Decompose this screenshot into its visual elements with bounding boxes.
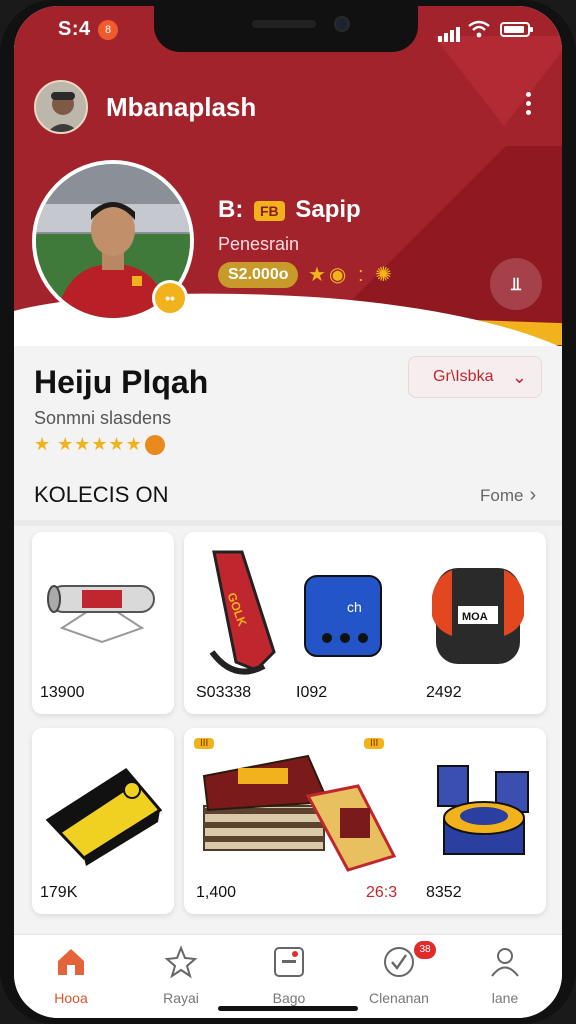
dice-label: ch xyxy=(347,599,362,615)
card-icon xyxy=(274,947,304,977)
item-price: 26:3 xyxy=(366,884,398,901)
more-vertical-icon[interactable] xyxy=(522,92,534,120)
notification-badge: 38 xyxy=(414,941,436,959)
scarf-item xyxy=(47,585,155,644)
coin-icon xyxy=(144,435,165,456)
nav-item-home[interactable]: Hooa xyxy=(26,945,116,1006)
rating-stars: ★ ★★★★★ xyxy=(34,434,165,456)
phone-frame: S:4 8 Mbanaplash •• B: FB Sapip Penesrai… xyxy=(0,0,576,1024)
page-title: Mbanaplash xyxy=(106,92,257,122)
item-price: 2492 xyxy=(426,684,462,701)
bag-item: MOA xyxy=(432,568,524,664)
verified-badge: •• xyxy=(152,280,188,316)
item-price: 1,400 xyxy=(196,884,237,901)
notch xyxy=(154,6,418,52)
follow-label: Gr\Isbka xyxy=(433,368,494,385)
follow-button[interactable]: Gr\Isbka ⌄ xyxy=(408,356,542,398)
nav-item-clenanan[interactable]: 38 Clenanan xyxy=(354,941,444,1006)
card-box-item xyxy=(437,765,529,855)
see-more-link[interactable]: Fome › xyxy=(480,484,536,507)
nav-label: Hooa xyxy=(54,990,88,1006)
star-icon xyxy=(164,945,198,979)
home-icon xyxy=(58,949,84,975)
profile-name: B: FB Sapip xyxy=(218,196,361,223)
score-badge: S2.000o xyxy=(218,262,299,288)
nav-item-rayai[interactable]: Rayai xyxy=(136,945,226,1006)
collector-subtitle: Sonmni slasdens xyxy=(34,408,172,428)
nav-label: Clenanan xyxy=(369,990,429,1006)
screen: S:4 8 Mbanaplash •• B: FB Sapip Penesrai… xyxy=(14,6,562,1018)
collection-card[interactable]: 13900 xyxy=(32,532,174,714)
check-icon xyxy=(384,947,414,977)
item-price: 8352 xyxy=(426,884,462,901)
nav-label: Bago xyxy=(272,990,306,1006)
chevron-right-icon: › xyxy=(529,484,537,506)
towel-item xyxy=(45,768,163,866)
item-price: I092 xyxy=(296,684,328,701)
status-indicator: 8 xyxy=(98,20,118,40)
camera-icon xyxy=(334,16,350,32)
signal-icon xyxy=(438,24,462,42)
status-time: S:4 xyxy=(58,18,91,40)
item-price: 179K xyxy=(40,884,78,901)
nav-item-lane[interactable]: lane xyxy=(460,945,550,1006)
collector-name: Heiju Plqah xyxy=(34,364,209,400)
item-price: S03338 xyxy=(196,684,252,701)
divider xyxy=(14,520,562,526)
wifi-icon xyxy=(468,20,490,38)
hero-decoration xyxy=(434,36,562,126)
dice-item: ch xyxy=(304,575,382,657)
collection-card[interactable]: III III 1,400 26:3 8352 xyxy=(184,728,546,914)
nav-label: Rayai xyxy=(163,990,199,1006)
collection-card[interactable]: GOLK ch MOA S03338 I092 2492 xyxy=(184,532,546,714)
person-icon xyxy=(491,948,519,977)
nav-label: lane xyxy=(491,990,519,1006)
profile-role: Penesrain xyxy=(218,234,300,254)
item-price: 13900 xyxy=(40,684,85,701)
strap-item: GOLK xyxy=(209,550,276,675)
collection-card[interactable]: 179K xyxy=(32,728,174,914)
home-indicator xyxy=(218,1006,358,1011)
battery-icon xyxy=(500,22,533,37)
stats-button[interactable]: ⫫ xyxy=(490,258,542,310)
trading-cards-item xyxy=(202,754,397,872)
avatar[interactable] xyxy=(34,80,88,134)
achievement-icons: ★◉ : ✺ xyxy=(308,264,395,286)
name-tag: FB xyxy=(254,200,285,221)
chevron-down-icon: ⌄ xyxy=(511,367,527,387)
nav-item-bago[interactable]: Bago xyxy=(244,945,334,1006)
status-bar: S:4 8 xyxy=(14,6,562,52)
bag-label: MOA xyxy=(462,611,488,623)
section-title: KOLECIS ON xyxy=(34,482,169,507)
